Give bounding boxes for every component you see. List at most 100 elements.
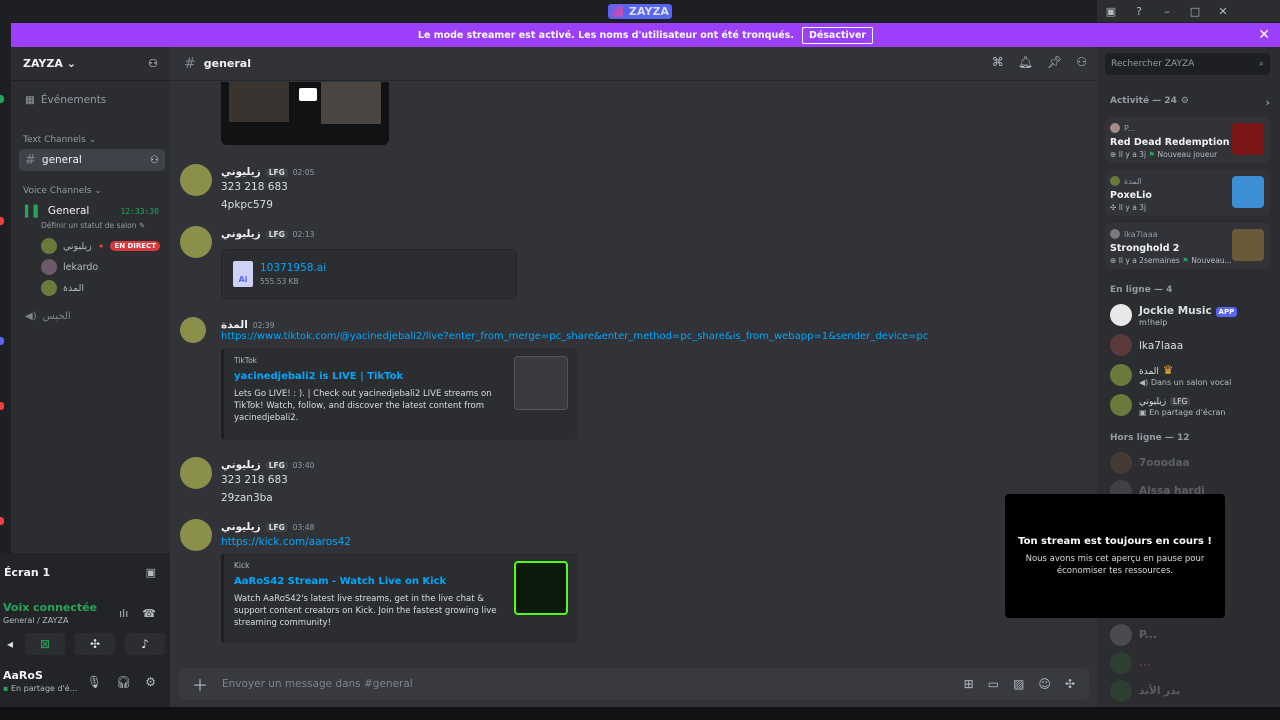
activity-card[interactable]: المدة PoxeLio ✣ Il y a 3j bbox=[1105, 170, 1270, 216]
pencil-icon: ✎ bbox=[138, 221, 146, 230]
add-attachment-icon[interactable]: ＋ bbox=[192, 672, 222, 696]
avatar[interactable] bbox=[180, 519, 212, 551]
member-item[interactable]: بدر الأند bbox=[1110, 680, 1180, 702]
invite-icon[interactable]: ⚇ bbox=[150, 155, 159, 166]
text-channels-category[interactable]: Text Channels ⌄ bbox=[23, 135, 96, 145]
member-name: المدة bbox=[1139, 367, 1159, 377]
server-header[interactable]: ZAYZA ⌄ ⚇ bbox=[11, 47, 170, 81]
message-link[interactable]: https://www.tiktok.com/@yacinedjebali2/l… bbox=[221, 331, 928, 342]
message-author[interactable]: زيليوني bbox=[221, 166, 261, 178]
search-input[interactable]: Rechercher ZAYZA ⌕ bbox=[1105, 53, 1270, 75]
camera-icon[interactable]: ◂ bbox=[5, 633, 15, 655]
screen-share-button[interactable]: ⊠ bbox=[25, 633, 65, 655]
message: المدة 02:39 https://www.tiktok.com/@yacin… bbox=[180, 317, 1080, 442]
message-author[interactable]: المدة bbox=[221, 319, 248, 331]
headphones-icon[interactable]: 🎧︎ bbox=[116, 675, 131, 689]
avatar[interactable] bbox=[180, 457, 212, 489]
notification-bell-icon[interactable]: 🔔︎ bbox=[1018, 55, 1033, 69]
avatar[interactable] bbox=[180, 164, 212, 196]
server-indicator[interactable] bbox=[0, 337, 4, 345]
avatar[interactable] bbox=[180, 226, 212, 258]
message-input[interactable]: Envoyer un message dans #general bbox=[222, 678, 964, 690]
file-size: 555.53 KB bbox=[260, 277, 299, 286]
events-item[interactable]: ▦ Événements bbox=[25, 94, 106, 106]
disable-streamer-button[interactable]: Désactiver bbox=[801, 26, 874, 44]
server-indicator[interactable] bbox=[0, 402, 4, 410]
banner-close-icon[interactable]: ✕ bbox=[1258, 27, 1270, 43]
stream-paused-title: Ton stream est toujours en cours ! bbox=[1018, 536, 1212, 547]
server-indicator[interactable] bbox=[0, 517, 4, 525]
activities-button[interactable]: ✣ bbox=[75, 633, 115, 655]
member-item[interactable]: 7ooodaa bbox=[1110, 452, 1190, 474]
member-item[interactable]: ... bbox=[1110, 652, 1151, 674]
voice-status-prompt[interactable]: Définir un statut de salon ✎ bbox=[41, 221, 145, 230]
voice-location[interactable]: General / ZAYZA bbox=[3, 616, 97, 625]
file-attachment[interactable]: Ai 10371958.ai 555.53 KB bbox=[221, 249, 517, 299]
voice-channel-other[interactable]: ◀) الحبس bbox=[19, 305, 165, 327]
add-member-icon[interactable]: ⚇ bbox=[148, 57, 158, 70]
member-item[interactable]: Jockie Music APP m!help bbox=[1110, 303, 1238, 327]
noise-suppression-icon[interactable]: ılı bbox=[119, 607, 128, 620]
inbox-icon[interactable]: ▣ bbox=[1097, 0, 1125, 22]
user-info[interactable]: AaRoS ▪ En partage d'é... 🎙︎ 🎧︎ ⚙ bbox=[3, 669, 170, 705]
message-author[interactable]: زيليوني bbox=[221, 521, 261, 533]
gift-icon[interactable]: ⊞ bbox=[964, 677, 974, 691]
maximize-button[interactable]: □ bbox=[1181, 0, 1209, 22]
embed-thumbnail[interactable] bbox=[514, 356, 568, 410]
minimize-button[interactable]: – bbox=[1153, 0, 1181, 22]
settings-gear-icon[interactable]: ⚙ bbox=[145, 675, 156, 689]
video-frame bbox=[229, 82, 289, 122]
member-list-icon[interactable]: ⚇ bbox=[1076, 55, 1087, 69]
member-name: بدر الأند bbox=[1139, 685, 1181, 697]
disconnect-icon[interactable]: ☎ bbox=[142, 607, 156, 620]
server-indicator[interactable] bbox=[0, 217, 4, 225]
embed-thumbnail[interactable] bbox=[514, 561, 568, 615]
message-link[interactable]: https://kick.com/aaros42 bbox=[221, 536, 351, 548]
message: زيليوني LFG 03:40 323 218 683 29zan3ba bbox=[180, 457, 880, 507]
microphone-icon[interactable]: 🎙︎ bbox=[87, 675, 102, 689]
pin-icon[interactable]: 📌︎ bbox=[1047, 55, 1062, 69]
server-indicator[interactable] bbox=[0, 95, 4, 103]
channel-header: # general ⌘ 🔔︎ 📌︎ ⚇ bbox=[170, 47, 1097, 81]
activity-card[interactable]: P... Red Dead Redemption 2 ⊕ Il y a 3j ⚑… bbox=[1105, 117, 1270, 163]
gear-icon[interactable]: ⚙ bbox=[1181, 96, 1189, 109]
stop-stream-icon[interactable]: ▣ bbox=[146, 566, 156, 579]
avatar[interactable] bbox=[180, 317, 206, 343]
member-status: Dans un salon vocal bbox=[1150, 378, 1232, 387]
activity-card[interactable]: lka7laaa Stronghold 2 ⊕ Il y a 2semaines… bbox=[1105, 223, 1270, 269]
message-time: 03:40 bbox=[292, 460, 315, 470]
channel-general[interactable]: # general ⚇ bbox=[19, 149, 165, 171]
voice-user[interactable]: زيليوني ✦ EN DIRECT bbox=[41, 238, 160, 254]
voice-channel-general[interactable]: ▍▌ General 12:33:30 bbox=[19, 200, 165, 222]
member-item[interactable]: زيليوني LFG ▣ En partage d'écran bbox=[1110, 393, 1226, 417]
avatar bbox=[1110, 229, 1120, 239]
chevron-right-icon[interactable]: › bbox=[1265, 96, 1270, 109]
member-item[interactable]: المدة ♛ ◀) Dans un salon vocal bbox=[1110, 363, 1231, 387]
voice-user[interactable]: lekardo bbox=[41, 259, 98, 275]
image-attachment[interactable] bbox=[221, 82, 389, 145]
message-author[interactable]: زيليوني bbox=[221, 228, 261, 240]
soundboard-button[interactable]: ♪ bbox=[125, 633, 165, 655]
member-item[interactable]: P... bbox=[1110, 624, 1157, 646]
file-name[interactable]: 10371958.ai bbox=[260, 262, 326, 274]
avatar bbox=[1110, 176, 1120, 186]
gif-icon[interactable]: ▭ bbox=[988, 677, 999, 691]
link-embed: Kick AaRoS42 Stream - Watch Live on Kick… bbox=[221, 553, 578, 643]
apps-icon[interactable]: ✣ bbox=[1065, 677, 1075, 691]
game-image bbox=[1232, 229, 1264, 261]
activity-user: P... bbox=[1124, 123, 1136, 133]
close-window-button[interactable]: ✕ bbox=[1209, 0, 1237, 22]
emoji-icon[interactable]: ☺ bbox=[1038, 677, 1051, 691]
gamepad-icon: ⊕ bbox=[1110, 256, 1117, 265]
voice-channels-category[interactable]: Voice Channels ⌄ bbox=[23, 186, 102, 196]
message-composer: ＋ Envoyer un message dans #general ⊞ ▭ ▨… bbox=[178, 668, 1089, 700]
voice-user[interactable]: المدة bbox=[41, 280, 84, 296]
rocket-icon: ✦ bbox=[97, 241, 105, 251]
member-item[interactable]: lka7laaa bbox=[1110, 334, 1183, 356]
message-author[interactable]: زيليوني bbox=[221, 459, 261, 471]
sticker-icon[interactable]: ▨ bbox=[1013, 677, 1024, 691]
threads-icon[interactable]: ⌘ bbox=[992, 55, 1004, 69]
channel-title: general bbox=[203, 57, 251, 70]
help-icon[interactable]: ? bbox=[1125, 0, 1153, 22]
avatar bbox=[1110, 123, 1120, 133]
